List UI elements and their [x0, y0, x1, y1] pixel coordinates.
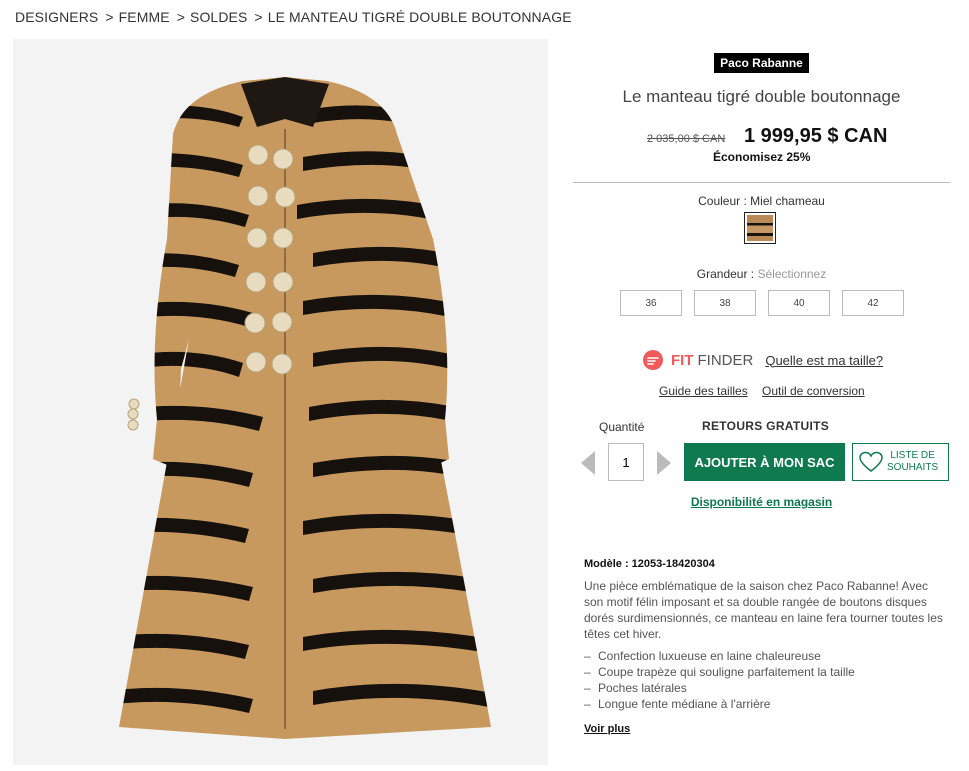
quantity-label: Quantité [599, 420, 645, 434]
breadcrumb-separator: > [105, 9, 114, 25]
size-placeholder: Sélectionnez [757, 267, 827, 281]
fit-finder-brand-strong: FIT [671, 351, 694, 369]
size-label-text: Grandeur : [696, 267, 755, 281]
feature-item: Confection luxueuse en laine chaleureuse [584, 648, 946, 664]
brand-badge[interactable]: Paco Rabanne [714, 53, 809, 73]
store-availability-link[interactable]: Disponibilité en magasin [573, 495, 950, 509]
feature-list: Confection luxueuse en laine chaleureuse… [584, 648, 946, 712]
breadcrumb-separator: > [176, 9, 185, 25]
breadcrumb-designers[interactable]: DESIGNERS [15, 9, 98, 25]
color-label: Couleur : Miel chameau [698, 194, 825, 208]
wishlist-label-line1: LISTE DE [890, 450, 935, 461]
sale-price: 1 999,95 $ CAN [744, 125, 888, 147]
conversion-tool-link[interactable]: Outil de conversion [762, 384, 865, 398]
breadcrumb-femme[interactable]: FEMME [119, 9, 170, 25]
product-description: Modèle : 12053-18420304 Une pièce emblém… [584, 556, 946, 737]
quantity-decrease-icon[interactable] [581, 451, 595, 475]
product-title: Le manteau tigré double boutonnage [622, 87, 901, 106]
divider [573, 182, 950, 183]
add-to-bag-button[interactable]: AJOUTER À MON SAC [684, 443, 845, 481]
fit-finder-brand-light: FINDER [697, 351, 754, 369]
tiger-coat-photo [13, 39, 548, 765]
feature-item: Poches latérales [584, 680, 946, 696]
brand-wrap: Paco Rabanne [573, 53, 950, 73]
size-label: Grandeur : Sélectionnez [573, 267, 950, 281]
size-option-40[interactable]: 40 [768, 290, 830, 316]
size-guide-link[interactable]: Guide des tailles [659, 384, 748, 398]
wishlist-label-line2: SOUHAITS [887, 462, 939, 473]
fit-finder-icon [643, 350, 663, 370]
breadcrumb-separator: > [254, 9, 263, 25]
size-option-38[interactable]: 38 [694, 290, 756, 316]
savings-label: Économisez 25% [713, 150, 811, 164]
heart-icon [859, 451, 883, 472]
see-more-link[interactable]: Voir plus [584, 721, 630, 737]
size-option-42[interactable]: 42 [842, 290, 904, 316]
color-swatch[interactable] [744, 212, 776, 244]
breadcrumb-soldes[interactable]: SOLDES [190, 9, 247, 25]
quantity-increase-icon[interactable] [657, 451, 671, 475]
size-option-36[interactable]: 36 [620, 290, 682, 316]
feature-item: Coupe trapèze qui souligne parfaitement … [584, 664, 946, 680]
breadcrumb-current: LE MANTEAU TIGRÉ DOUBLE BOUTONNAGE [267, 9, 572, 25]
swatch-fill [747, 215, 773, 241]
free-returns-label: RETOURS GRATUITS [702, 419, 830, 433]
model-number: Modèle : 12053-18420304 [584, 558, 715, 570]
quantity-input[interactable] [608, 443, 644, 481]
description-text: Une pièce emblématique de la saison chez… [584, 579, 943, 641]
wishlist-label: LISTE DE SOUHAITS [887, 450, 938, 474]
fit-finder: FIT FINDER Quelle est ma taille? [643, 349, 883, 371]
original-price: 2 035,00 $ CAN [647, 133, 726, 145]
product-image[interactable] [13, 39, 548, 765]
wishlist-button[interactable]: LISTE DE SOUHAITS [852, 443, 949, 481]
feature-item: Longue fente médiane à l'arrière [584, 696, 946, 712]
breadcrumb: DESIGNERS > FEMME > SOLDES > LE MANTEAU TIGRÉ … [15, 9, 572, 25]
size-advice-link[interactable]: Quelle est ma taille? [765, 353, 883, 368]
